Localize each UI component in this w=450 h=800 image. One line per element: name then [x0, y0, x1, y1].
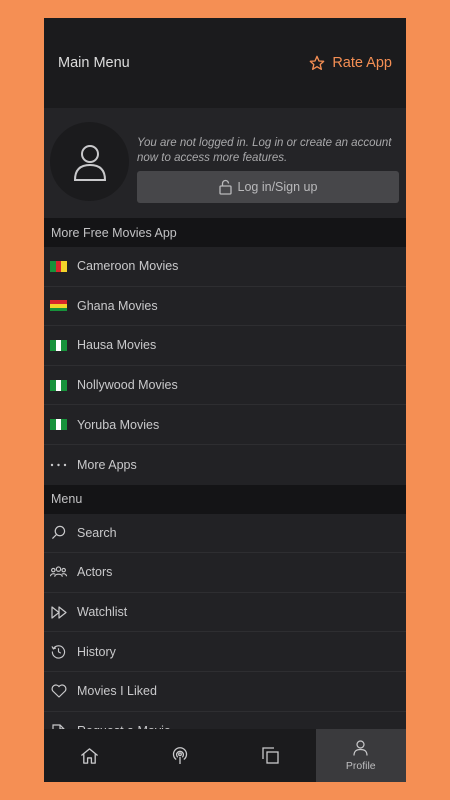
home-icon: [80, 747, 98, 764]
cameroon-flag-icon: [50, 260, 68, 272]
page-title: Main Menu: [58, 55, 130, 71]
nav-profile-label: Profile: [345, 759, 376, 772]
menu-item-ghana-movies[interactable]: Ghana Movies: [44, 286, 406, 327]
section-header-more-apps: More Free Movies App: [44, 218, 406, 247]
menu-item-watchlist[interactable]: Watchlist: [44, 592, 406, 633]
search-icon: [51, 526, 66, 540]
menu-item-more-apps[interactable]: More Apps: [44, 444, 406, 485]
unlock-icon: [218, 179, 232, 195]
nigeria-flag-icon: [50, 379, 68, 391]
app-screen: Main Menu Rate App You are not logged in…: [44, 18, 406, 782]
history-icon: [51, 645, 66, 659]
nigeria-flag-icon: [50, 419, 68, 431]
user-icon: [73, 144, 106, 181]
nav-profile[interactable]: Profile: [315, 729, 406, 782]
avatar[interactable]: [50, 122, 129, 201]
menu-item-label: Yoruba Movies: [77, 417, 160, 432]
login-signup-button[interactable]: Log in/Sign up: [137, 171, 399, 203]
rate-app-label: Rate App: [332, 55, 392, 71]
actors-icon: [50, 566, 67, 578]
menu-item-label: Watchlist: [77, 605, 128, 620]
menu-item-actors[interactable]: Actors: [44, 553, 406, 593]
menu-item-search[interactable]: Search: [44, 513, 406, 554]
menu-item-history[interactable]: History: [44, 632, 406, 672]
copy-icon: [262, 747, 279, 764]
menu-item-label: Actors: [77, 565, 113, 580]
menu-item-label: Nollywood Movies: [77, 378, 178, 393]
menu-item-nollywood-movies[interactable]: Nollywood Movies: [44, 365, 406, 406]
ghana-flag-icon: [50, 300, 67, 312]
heart-icon: [51, 684, 66, 698]
star-icon: [309, 55, 325, 70]
menu-item-label: History: [77, 644, 116, 659]
menu-item-hausa-movies[interactable]: Hausa Movies: [44, 326, 406, 366]
rate-app-button[interactable]: Rate App: [309, 55, 392, 71]
menu-item-cameroon-movies[interactable]: Cameroon Movies: [44, 247, 406, 287]
menu-item-label: More Apps: [77, 457, 137, 472]
section-header-menu: Menu: [44, 484, 406, 514]
login-signup-label: Log in/Sign up: [237, 180, 318, 194]
podcast-icon: [172, 747, 187, 764]
profile-icon: [353, 739, 368, 756]
bottom-navigation: Profile: [44, 729, 406, 782]
menu-item-label: Hausa Movies: [77, 338, 157, 353]
login-message: You are not logged in. Log in or create …: [137, 137, 392, 164]
menu-item-label: Cameroon Movies: [77, 259, 179, 274]
nav-home[interactable]: [44, 729, 135, 782]
top-bar: Main Menu Rate App: [44, 18, 406, 108]
menu-item-movies-i-liked[interactable]: Movies I Liked: [44, 671, 406, 712]
menu-item-label: Movies I Liked: [77, 684, 157, 699]
more-dots-icon: [50, 463, 67, 466]
nigeria-flag-icon: [50, 339, 68, 351]
menu-item-label: Search: [77, 525, 117, 540]
fast-forward-icon: [50, 605, 67, 619]
nav-copy[interactable]: [225, 729, 316, 782]
profile-card: You are not logged in. Log in or create …: [44, 108, 406, 218]
nav-podcast[interactable]: [135, 729, 226, 782]
menu-item-yoruba-movies[interactable]: Yoruba Movies: [44, 405, 406, 445]
menu-item-label: Ghana Movies: [77, 298, 158, 313]
